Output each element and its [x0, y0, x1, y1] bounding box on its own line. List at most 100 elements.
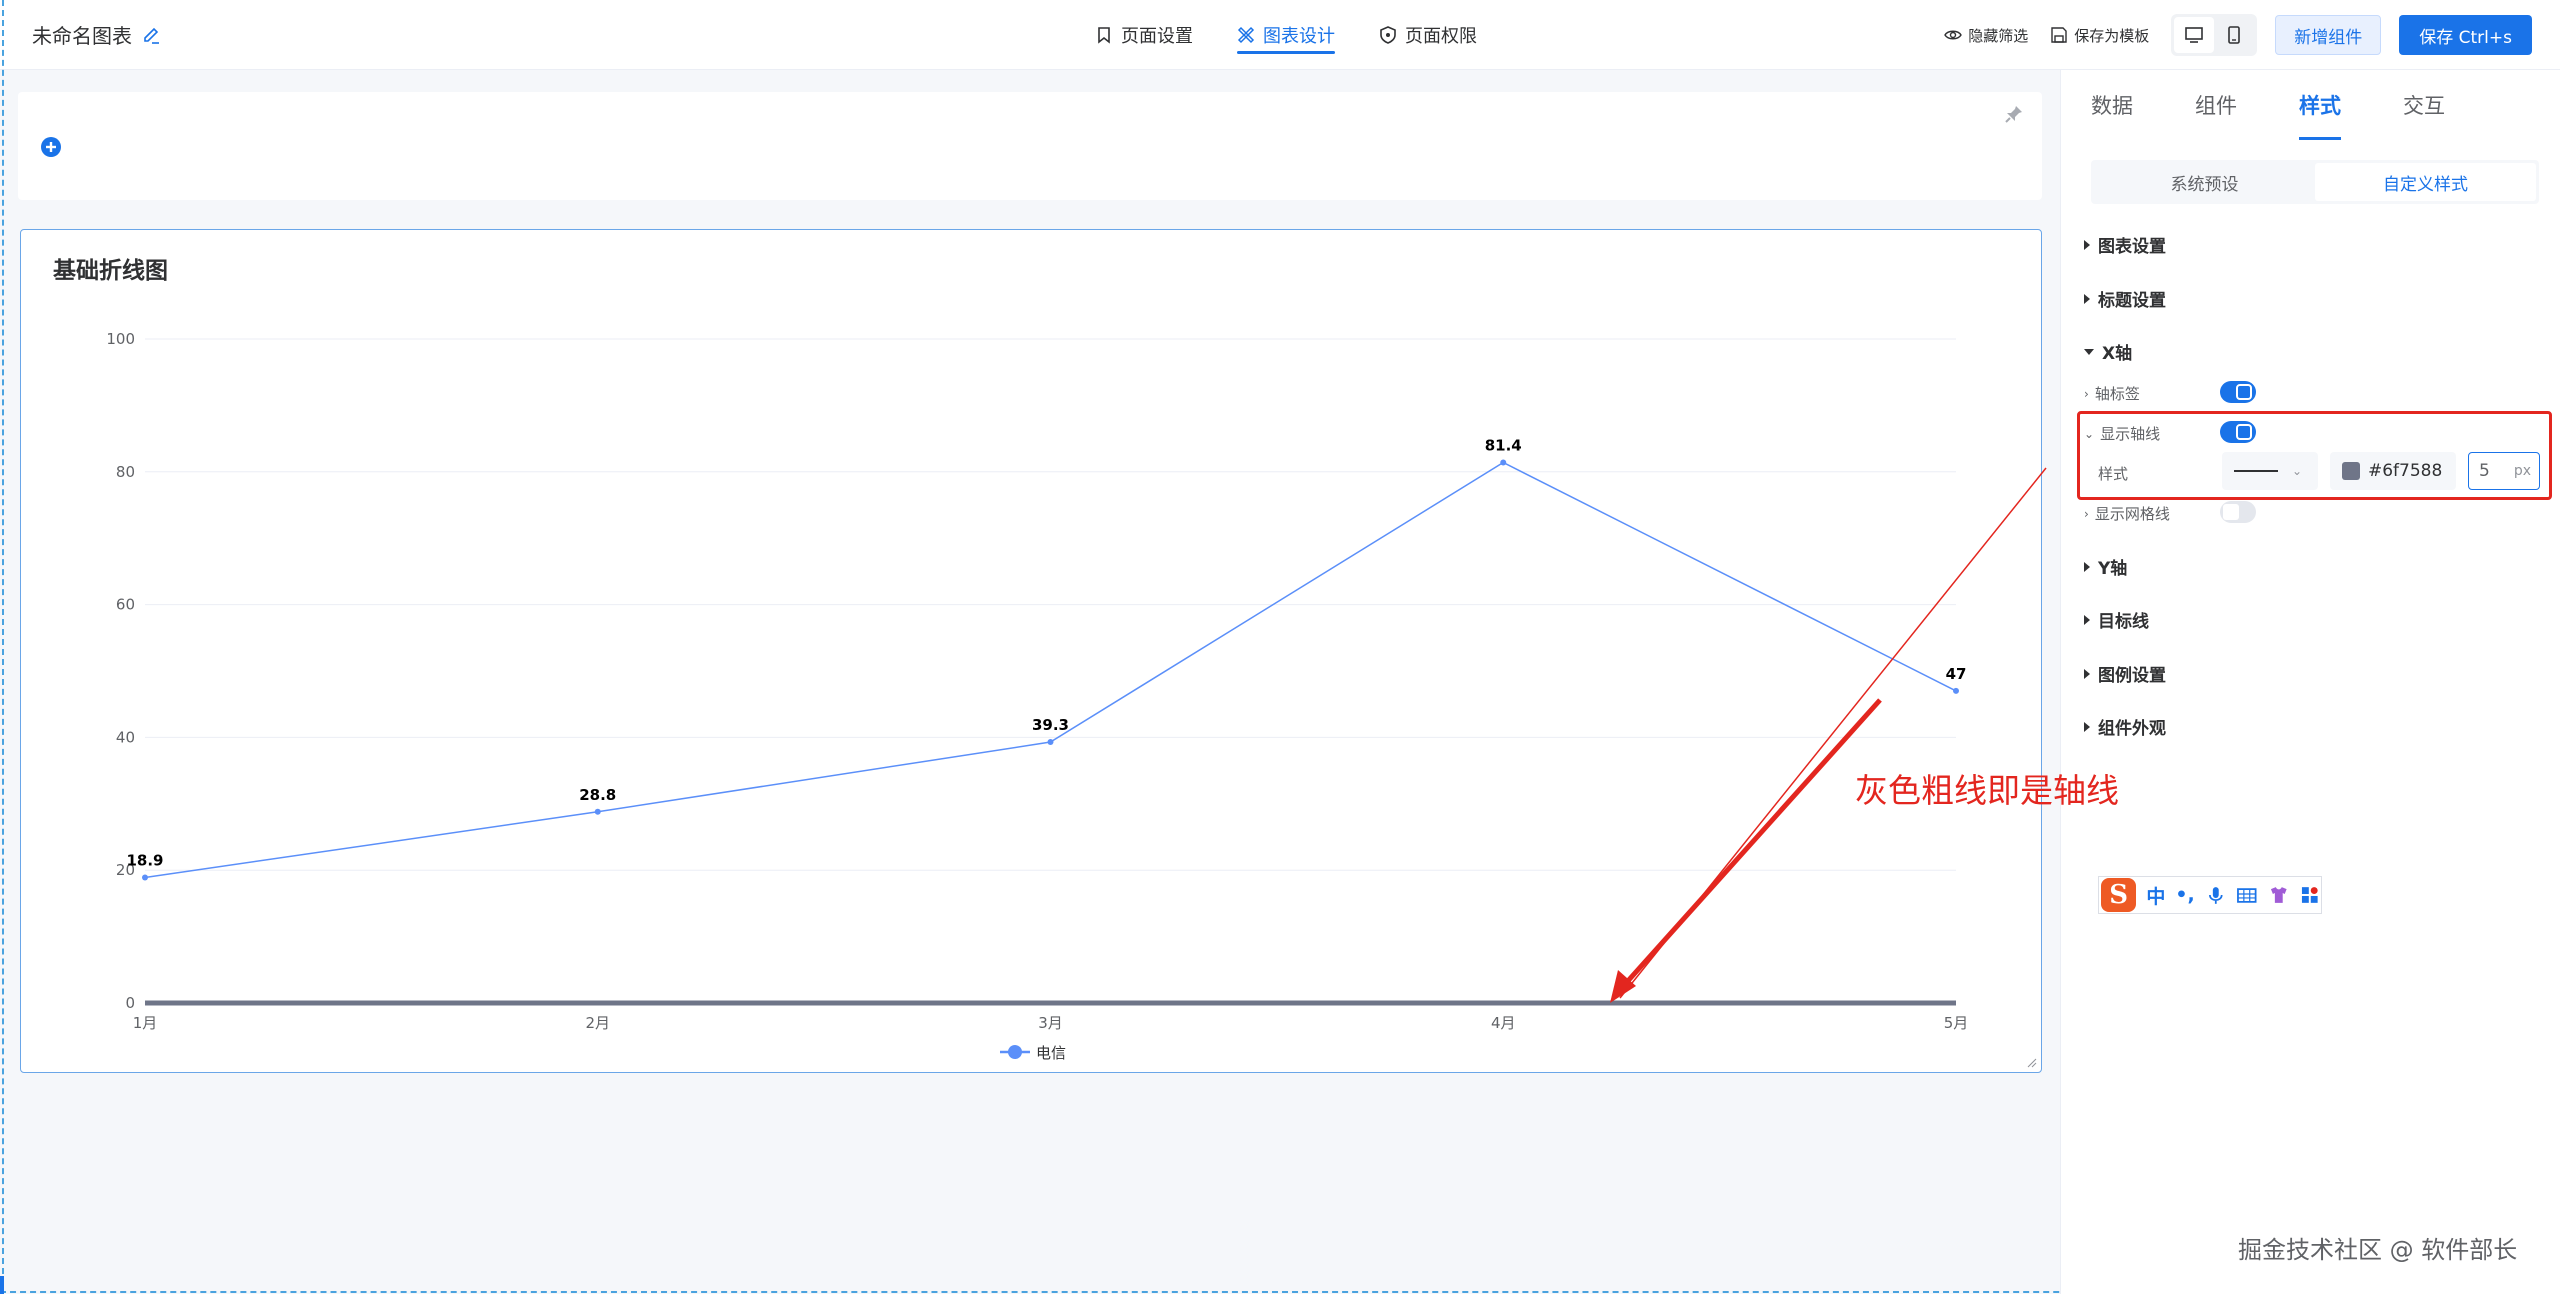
canvas-corner: [0, 1276, 4, 1294]
caret-right-icon: [2084, 561, 2090, 572]
section-y-axis[interactable]: Y轴: [2084, 554, 2127, 579]
caret-right-icon: [2084, 668, 2090, 679]
axis-label-text: 轴标签: [2094, 385, 2140, 403]
canvas-border-left: [2, 0, 4, 1294]
legend-label: 电信: [1036, 1044, 1066, 1062]
design-tabs: 页面设置 图表设计 页面权限: [1095, 0, 1477, 70]
tab-chart-design[interactable]: 图表设计: [1237, 0, 1335, 70]
section-label: Y轴: [2098, 559, 2128, 579]
style-mode-switch: 系统预设 自定义样式: [2091, 160, 2539, 204]
legend[interactable]: 电信: [1000, 1044, 1066, 1062]
tab-page-settings[interactable]: 页面设置: [1095, 0, 1193, 70]
section-target-line[interactable]: 目标线: [2084, 607, 2149, 632]
data-labels: 18.9 28.8 39.3 81.4 47: [126, 437, 1966, 870]
mobile-view-button[interactable]: [2214, 17, 2254, 53]
design-canvas: 基础折线图 0 20 40 60 80 100 1月 2月 3月 4月 5月 18.9 28.8 39…: [0, 70, 2060, 1294]
add-component-button[interactable]: 新增组件: [2275, 15, 2382, 55]
add-filter-icon[interactable]: [40, 136, 62, 158]
axis-width-value: 5: [2479, 461, 2490, 481]
x-tick-label: 2月: [585, 1014, 610, 1032]
line-style-select[interactable]: ⌄: [2222, 452, 2318, 490]
section-label: X轴: [2102, 344, 2133, 364]
grid-lines: [145, 338, 1956, 871]
chevron-right-icon: ›: [2084, 386, 2089, 401]
color-swatch: [2342, 462, 2360, 480]
tab-label: 页面权限: [1405, 26, 1477, 47]
config-tabs: 数据 组件 样式 交互: [2091, 70, 2445, 140]
chart-name: 未命名图表: [32, 20, 162, 49]
edit-icon[interactable]: [142, 25, 162, 45]
pin-icon[interactable]: [2004, 104, 2024, 124]
axis-width-unit: px: [2513, 463, 2531, 479]
tab-interaction[interactable]: 交互: [2403, 70, 2445, 140]
data-point: [594, 808, 601, 815]
system-preset-option[interactable]: 系统预设: [2094, 163, 2315, 201]
save-button[interactable]: 保存 Ctrl+s: [2399, 15, 2532, 55]
header-actions: 隐藏筛选 保存为模板 新增组件 保存 Ctrl+s: [1944, 14, 2560, 56]
axis-width-input[interactable]: 5 px: [2468, 452, 2540, 490]
axis-color-picker[interactable]: #6f7588: [2330, 452, 2456, 490]
tab-component[interactable]: 组件: [2195, 70, 2237, 140]
chart-name-text: 未命名图表: [32, 24, 132, 48]
ime-punctuation[interactable]: •,: [2175, 884, 2194, 906]
filter-area: [18, 92, 2042, 200]
resize-handle-icon[interactable]: [2025, 1056, 2037, 1068]
custom-style-option[interactable]: 自定义样式: [2315, 163, 2536, 201]
annotation-text: 灰色粗线即是轴线: [1855, 771, 2119, 810]
tab-page-permission[interactable]: 页面权限: [1379, 0, 1477, 70]
source-credit: 掘金技术社区 @ 软件部长: [2238, 1236, 2518, 1264]
show-axis-line-toggle[interactable]: [2220, 421, 2256, 443]
series-path: [144, 461, 1957, 879]
tab-data[interactable]: 数据: [2091, 70, 2133, 140]
x-tick-label: 5月: [1944, 1014, 1969, 1032]
ime-toolbar[interactable]: S 中 •,: [2098, 876, 2322, 914]
section-appearance[interactable]: 组件外观: [2084, 714, 2166, 739]
section-legend-settings[interactable]: 图例设置: [2084, 661, 2166, 686]
solid-line-preview: [2234, 470, 2278, 472]
ime-language[interactable]: 中: [2146, 882, 2165, 909]
caret-right-icon: [2084, 239, 2090, 250]
section-label: 图表设置: [2098, 237, 2166, 257]
keyboard-icon[interactable]: [2236, 884, 2258, 906]
line-chart-card[interactable]: 基础折线图 0 20 40 60 80 100 1月 2月 3月 4月 5月 18.9 28.8 39…: [20, 229, 2042, 1073]
axis-style-label: 样式: [2098, 465, 2129, 483]
desktop-view-button[interactable]: [2174, 17, 2215, 53]
tab-label: 图表设计: [1263, 26, 1335, 47]
legend-marker-dot: [1008, 1045, 1022, 1059]
show-grid-row[interactable]: › 显示网格线: [2084, 503, 2170, 524]
save-template-label: 保存为模板: [2074, 26, 2150, 45]
skin-icon[interactable]: [2268, 884, 2290, 906]
x-tick-label: 3月: [1038, 1014, 1063, 1032]
data-point: [1500, 459, 1507, 466]
y-tick-label: 80: [116, 463, 135, 481]
series-line: [142, 459, 1959, 881]
section-x-axis[interactable]: X轴: [2084, 339, 2132, 364]
chevron-right-icon: ›: [2084, 506, 2089, 521]
shield-icon: [1380, 26, 1396, 44]
section-label: 组件外观: [2098, 719, 2166, 739]
y-tick-label: 40: [116, 728, 135, 746]
hide-filter-button[interactable]: 隐藏筛选: [1944, 25, 2028, 46]
show-grid-toggle[interactable]: [2220, 501, 2256, 523]
tab-label: 页面设置: [1121, 26, 1193, 47]
top-bar: 未命名图表 页面设置 图表设计 页面权限 隐藏筛选 保存为模板 新增组件 保存 …: [0, 0, 2560, 70]
axis-label-toggle[interactable]: [2220, 381, 2256, 403]
line-chart: 基础折线图 020406080100 1月 2月 3月 4月 5月 18.928.839…: [53, 257, 1969, 1062]
monitor-icon: [2185, 27, 2204, 43]
data-point: [1047, 739, 1054, 746]
save-template-button[interactable]: 保存为模板: [2050, 25, 2149, 46]
microphone-icon[interactable]: [2205, 884, 2227, 906]
y-tick-label: 0: [125, 994, 135, 1012]
section-label: 图例设置: [2098, 666, 2166, 686]
axis-label-row[interactable]: › 轴标签: [2084, 383, 2140, 404]
x-tick-label: 4月: [1491, 1014, 1516, 1032]
tablet-icon: [2228, 26, 2241, 44]
apps-grid-icon[interactable]: [2299, 884, 2321, 906]
show-axis-line-row[interactable]: ⌄ 显示轴线: [2084, 423, 2160, 444]
tab-style[interactable]: 样式: [2299, 70, 2341, 140]
data-label: 47: [1946, 665, 1967, 683]
section-chart-settings[interactable]: 图表设置: [2084, 232, 2166, 257]
x-axis-ticks: 1月 2月 3月 4月 5月: [133, 1014, 1969, 1032]
data-label: 81.4: [1485, 437, 1522, 455]
section-title-settings[interactable]: 标题设置: [2084, 286, 2166, 311]
